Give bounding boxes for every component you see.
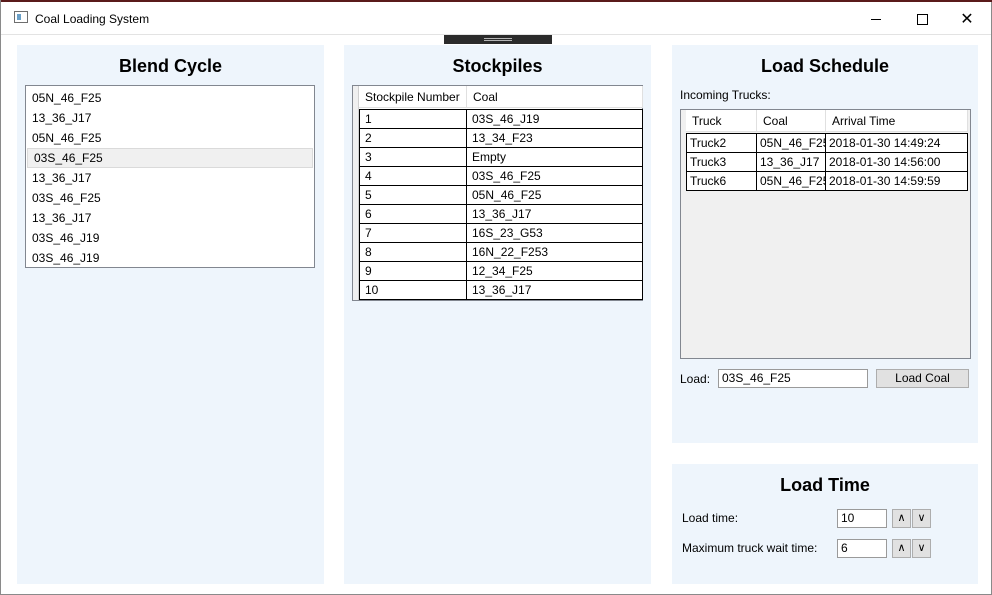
list-item[interactable]: 03S_46_J19 [26, 228, 314, 248]
table-row[interactable]: Truck6 05N_46_F25 2018-01-30 14:59:59 [687, 172, 968, 191]
coal-cell[interactable]: 03S_46_J19 [467, 110, 643, 129]
close-button[interactable]: ✕ [944, 4, 990, 34]
stockpiles-header: Stockpile Number Coal [359, 86, 643, 108]
load-time-input[interactable]: 10 [837, 509, 887, 528]
coal-cell[interactable]: 05N_46_F25 [757, 134, 826, 153]
truck-name-cell[interactable]: Truck6 [687, 172, 757, 191]
table-row[interactable]: Truck3 13_36_J17 2018-01-30 14:56:00 [687, 153, 968, 172]
stockpile-number-cell[interactable]: 8 [360, 243, 467, 262]
load-schedule-title: Load Schedule [760, 56, 890, 76]
stockpiles-grid[interactable]: Stockpile Number Coal 1 03S_46_J19 2 13_34_F2… [352, 85, 643, 301]
stockpile-number-cell[interactable]: 1 [360, 110, 467, 129]
load-time-down-button[interactable]: ∨ [912, 509, 931, 528]
max-wait-label: Maximum truck wait time: [682, 541, 818, 555]
load-time-label: Load time: [682, 511, 739, 525]
table-row[interactable]: 3 Empty [360, 148, 643, 167]
coal-cell[interactable]: 13_34_F23 [467, 129, 643, 148]
max-wait-up-button[interactable]: ∧ [892, 539, 911, 558]
column-header[interactable]: Coal [467, 86, 643, 108]
column-header[interactable]: Coal [757, 110, 826, 132]
blend-cycle-list[interactable]: 05N_46_F25 13_36_J17 05N_46_F25 03S_46_F25 1… [25, 85, 315, 268]
arrival-time-cell[interactable]: 2018-01-30 14:56:00 [826, 153, 968, 172]
load-coal-input[interactable]: 03S_46_F25 [718, 369, 868, 388]
coal-cell[interactable]: 05N_46_F25 [757, 172, 826, 191]
table-row[interactable]: Truck2 05N_46_F25 2018-01-30 14:49:24 [687, 134, 968, 153]
coal-cell[interactable]: 12_34_F25 [467, 262, 643, 281]
max-wait-down-button[interactable]: ∨ [912, 539, 931, 558]
grip-handle[interactable] [444, 35, 552, 44]
arrival-time-cell[interactable]: 2018-01-30 14:49:24 [826, 134, 968, 153]
load-time-up-button[interactable]: ∧ [892, 509, 911, 528]
stockpile-number-cell[interactable]: 5 [360, 186, 467, 205]
stockpiles-panel: Stockpiles Stockpile Number Coal 1 03S_46_J… [344, 45, 651, 584]
app-icon [14, 11, 28, 23]
stockpiles-rows: 1 03S_46_J19 2 13_34_F23 3 Empty 4 03S_46_F25 5 0… [359, 109, 643, 300]
coal-cell[interactable]: 13_36_J17 [467, 281, 643, 300]
table-row[interactable]: 9 12_34_F25 [360, 262, 643, 281]
stockpile-number-cell[interactable]: 3 [360, 148, 467, 167]
list-item[interactable]: 03S_46_J19 [26, 248, 314, 268]
load-time-panel: Load Time Load time: 10 ∧ ∨ Maximum truc… [672, 464, 978, 584]
table-row[interactable]: 2 13_34_F23 [360, 129, 643, 148]
coal-cell[interactable]: 16S_23_G53 [467, 224, 643, 243]
truck-name-cell[interactable]: Truck3 [687, 153, 757, 172]
stockpile-number-cell[interactable]: 4 [360, 167, 467, 186]
table-row[interactable]: 10 13_36_J17 [360, 281, 643, 300]
stockpiles-title: Stockpiles [452, 56, 543, 76]
window-title: Coal Loading System [35, 12, 150, 26]
table-row[interactable]: 4 03S_46_F25 [360, 167, 643, 186]
maximize-button[interactable] [899, 4, 945, 34]
list-item[interactable]: 03S_46_F25 [27, 148, 313, 168]
close-icon: ✕ [960, 11, 974, 28]
trucks-header: Truck NameCoalArrival Time [686, 110, 968, 150]
list-item[interactable]: 13_36_J17 [26, 208, 314, 228]
stockpile-number-cell[interactable]: 6 [360, 205, 467, 224]
title-bar[interactable]: Coal Loading System ✕ [1, 2, 991, 34]
load-schedule-panel: Load Schedule Incoming Trucks: Truck Nam… [672, 45, 978, 443]
column-header[interactable]: Truck Name [686, 110, 757, 150]
table-row[interactable]: 5 05N_46_F25 [360, 186, 643, 205]
list-item[interactable]: 13_36_J17 [26, 108, 314, 128]
maximize-icon [916, 13, 928, 25]
arrival-time-cell[interactable]: 2018-01-30 14:59:59 [826, 172, 968, 191]
minimize-icon [871, 18, 881, 20]
max-wait-input[interactable]: 6 [837, 539, 887, 558]
stockpile-number-cell[interactable]: 9 [360, 262, 467, 281]
blend-cycle-title: Blend Cycle [118, 56, 223, 76]
chevron-up-icon: ∧ [897, 512, 906, 524]
table-row[interactable]: 8 16N_22_F253 [360, 243, 643, 262]
stockpile-number-cell[interactable]: 10 [360, 281, 467, 300]
blend-cycle-panel: Blend Cycle 05N_46_F25 13_36_J17 05N_46_F2… [17, 45, 324, 584]
stockpile-number-cell[interactable]: 7 [360, 224, 467, 243]
incoming-trucks-label: Incoming Trucks: [680, 88, 771, 102]
app-window: Coal Loading System ✕ Blend Cycle 05N_46… [0, 0, 992, 595]
truck-name-cell[interactable]: Truck2 [687, 134, 757, 153]
table-row[interactable]: 6 13_36_J17 [360, 205, 643, 224]
column-header[interactable]: Stockpile Number [359, 86, 467, 108]
table-row[interactable]: 7 16S_23_G53 [360, 224, 643, 243]
coal-cell[interactable]: 05N_46_F25 [467, 186, 643, 205]
chevron-up-icon: ∧ [897, 542, 906, 554]
coal-cell[interactable]: 16N_22_F253 [467, 243, 643, 262]
incoming-trucks-grid[interactable]: Truck NameCoalArrival TimeTruck205N_46_F… [680, 109, 971, 359]
list-item[interactable]: 03S_46_F25 [26, 188, 314, 208]
coal-cell[interactable]: 13_36_J17 [467, 205, 643, 224]
column-header[interactable]: Arrival Time [826, 110, 968, 132]
list-item[interactable]: 05N_46_F25 [26, 88, 314, 108]
coal-cell[interactable]: 13_36_J17 [757, 153, 826, 172]
trucks-rows: Truck2 05N_46_F25 2018-01-30 14:49:24 Truck… [686, 133, 968, 191]
stockpile-number-cell[interactable]: 2 [360, 129, 467, 148]
coal-cell[interactable]: Empty [467, 148, 643, 167]
minimize-button[interactable] [853, 4, 899, 34]
table-row[interactable]: 1 03S_46_J19 [360, 110, 643, 129]
list-item[interactable]: 05N_46_F25 [26, 128, 314, 148]
chevron-down-icon: ∨ [917, 512, 926, 524]
load-time-title: Load Time [780, 475, 870, 495]
load-coal-button[interactable]: Load Coal [876, 369, 969, 388]
chevron-down-icon: ∨ [917, 542, 926, 554]
list-item[interactable]: 13_36_J17 [26, 168, 314, 188]
coal-cell[interactable]: 03S_46_F25 [467, 167, 643, 186]
load-label: Load: [680, 372, 711, 386]
